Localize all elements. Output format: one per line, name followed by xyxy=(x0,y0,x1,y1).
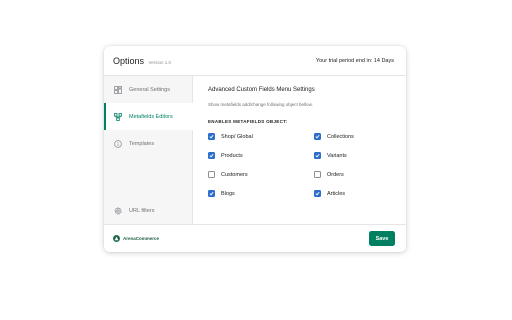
dialog-title: Options Version 1.0 xyxy=(113,56,171,66)
dialog-footer: ArenaCommerce Save xyxy=(104,224,406,252)
checkbox-unchecked-icon[interactable] xyxy=(208,171,215,178)
checkbox-checked-icon[interactable] xyxy=(208,133,215,140)
checkbox-checked-icon[interactable] xyxy=(314,190,321,197)
checkbox-label: Articles xyxy=(327,190,346,197)
checkbox-customers[interactable]: Customers xyxy=(208,171,248,178)
version-label: Version 1.0 xyxy=(148,60,172,65)
sidebar-item-templates[interactable]: Templates xyxy=(104,130,193,157)
metafields-icon xyxy=(114,112,122,121)
sidebar-item-label: Templates xyxy=(129,140,155,147)
trial-notice: Your trial period end in: 14 Days xyxy=(315,58,394,64)
save-button[interactable]: Save xyxy=(369,231,395,246)
main-panel: Advanced Custom Fields Menu Settings Sho… xyxy=(194,76,406,224)
dialog-title-text: Options xyxy=(113,56,145,66)
checkbox-articles[interactable]: Articles xyxy=(314,190,345,197)
checkbox-label: Variants xyxy=(327,152,347,159)
checkbox-unchecked-icon[interactable] xyxy=(314,171,321,178)
checkbox-label: Customers xyxy=(221,171,248,178)
section-subheading: ENABLES METAFIELDS OBJECT: xyxy=(208,119,288,124)
sidebar-item-url-filters[interactable]: URL filters xyxy=(104,197,193,224)
sidebar-item-label: URL filters xyxy=(129,207,155,214)
brand-logo: ArenaCommerce xyxy=(113,235,159,242)
section-title: Advanced Custom Fields Menu Settings xyxy=(208,87,315,93)
layout-icon xyxy=(114,85,122,94)
checkbox-products[interactable]: Products xyxy=(208,152,243,159)
checkbox-label: Shop/ Global xyxy=(221,133,253,140)
checkbox-checked-icon[interactable] xyxy=(208,152,215,159)
checkbox-label: Orders xyxy=(327,171,344,178)
checkbox-label: Collections xyxy=(327,133,354,140)
checkbox-label: Products xyxy=(221,152,243,159)
checkbox-variants[interactable]: Variants xyxy=(314,152,347,159)
checkbox-collections[interactable]: Collections xyxy=(314,133,354,140)
checkbox-label: Blogs xyxy=(221,190,235,197)
checkbox-blogs[interactable]: Blogs xyxy=(208,190,235,197)
arena-logo-icon xyxy=(113,235,120,242)
section-description: Show metafields add/change following obj… xyxy=(208,102,313,107)
options-dialog: Options Version 1.0 Your trial period en… xyxy=(104,46,406,252)
sidebar-item-label: General Settings xyxy=(129,86,170,93)
sidebar-item-general-settings[interactable]: General Settings xyxy=(104,76,193,103)
checkbox-orders[interactable]: Orders xyxy=(314,171,344,178)
checkbox-checked-icon[interactable] xyxy=(314,133,321,140)
brand-name: ArenaCommerce xyxy=(123,236,160,241)
sidebar: General Settings Metafields Editors Temp… xyxy=(104,76,193,224)
info-icon xyxy=(114,139,122,148)
checkbox-checked-icon[interactable] xyxy=(314,152,321,159)
checkbox-checked-icon[interactable] xyxy=(208,190,215,197)
gear-icon xyxy=(114,206,122,215)
dialog-header: Options Version 1.0 Your trial period en… xyxy=(104,46,406,76)
sidebar-item-label: Metafields Editors xyxy=(129,113,173,120)
sidebar-item-metafields-editors[interactable]: Metafields Editors xyxy=(104,103,193,130)
checkbox-shop-global[interactable]: Shop/ Global xyxy=(208,133,253,140)
